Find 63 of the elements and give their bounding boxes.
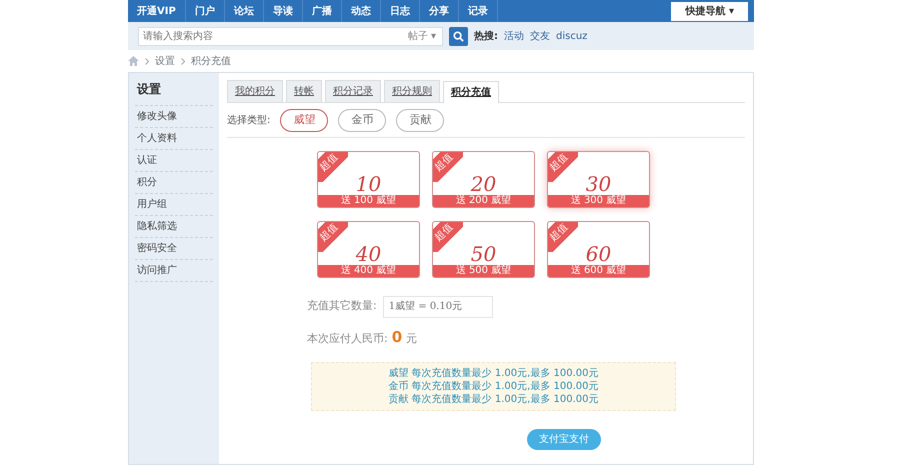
hot-keyword-link[interactable]: 交友 (530, 28, 550, 44)
recharge-card[interactable]: 20 送 200 威望 超值 (432, 150, 535, 208)
bonus-text: 送 300 威望 (548, 194, 649, 206)
type-label: 选择类型: (227, 114, 270, 128)
sidebar-item[interactable]: 访问推广 (135, 260, 213, 282)
sidebar-item[interactable]: 个人资料 (135, 128, 213, 150)
bonus-text: 送 600 威望 (548, 264, 649, 276)
amount-text: 10 (356, 174, 382, 194)
recharge-card[interactable]: 50 送 500 威望 超值 (432, 220, 535, 278)
type-option-button[interactable]: 金币 (338, 109, 386, 132)
recharge-card[interactable]: 40 送 400 威望 超值 (317, 220, 420, 278)
sidebar-item[interactable]: 认证 (135, 150, 213, 172)
tab[interactable]: 转帐 (286, 80, 322, 102)
ribbon-text: 超值 (318, 151, 340, 173)
sidebar-item[interactable]: 用户组 (135, 194, 213, 216)
limit-text: 贡献 每次充值数量最少 1.00元,最多 100.00元 (388, 393, 600, 406)
recharge-card[interactable]: 10 送 100 威望 超值 (317, 150, 420, 208)
hot-keyword-link[interactable]: discuz (556, 28, 588, 44)
tab[interactable]: 积分记录 (325, 80, 381, 102)
hot-keyword-link[interactable]: 活动 (504, 28, 524, 44)
chevron-icon (181, 58, 185, 64)
ribbon-text: 超值 (548, 221, 570, 243)
limit-text: 金币 每次充值数量最少 1.00元,最多 100.00元 (388, 380, 600, 393)
tab[interactable]: 积分规则 (384, 80, 440, 102)
breadcrumb-link[interactable]: 积分充值 (191, 54, 231, 68)
sidebar-item[interactable]: 密码安全 (135, 238, 213, 260)
other-amount-label: 充值其它数量: (307, 298, 377, 314)
bonus-text: 送 400 威望 (318, 264, 419, 276)
chevron-icon (145, 58, 149, 64)
sidebar-item[interactable]: 修改头像 (135, 106, 213, 128)
scope-dropdown[interactable]: 帖子 ▾ (402, 28, 442, 44)
amount-text: 20 (470, 174, 496, 194)
tab[interactable]: 我的积分 (227, 80, 283, 102)
sidebar-item[interactable]: 隐私筛选 (135, 216, 213, 238)
amount-field[interactable]: 1威望 = 0.10元 (382, 296, 493, 318)
amount-text: 40 (356, 244, 382, 264)
limit-text: 威望 每次充值数量最少 1.00元,最多 100.00元 (388, 367, 600, 380)
amount-text: 60 (586, 244, 612, 264)
amount-text: 50 (470, 244, 496, 264)
bonus-text: 送 500 威望 (433, 264, 534, 276)
search-icon (453, 30, 464, 42)
total-value: 0 (392, 326, 402, 348)
ribbon-text: 超值 (548, 151, 570, 173)
search-field[interactable]: 请输入搜索内容 帖子 ▾ (138, 26, 443, 46)
ribbon-text: 超值 (318, 221, 340, 243)
breadcrumb-link[interactable]: 设置 (155, 54, 175, 68)
amount-text: 30 (586, 174, 612, 194)
recharge-card[interactable]: 30 送 300 威望 超值 (547, 150, 650, 208)
tab[interactable]: 积分充值 (443, 81, 499, 103)
type-option-button[interactable]: 贡献 (396, 109, 444, 132)
sidebar-title: 设置 (135, 73, 213, 106)
total-label: 本次应付人民币: (307, 330, 388, 346)
quick-nav-button[interactable]: 快捷导航 ▾ (671, 2, 748, 20)
search-button[interactable] (449, 26, 468, 46)
bonus-text: 送 100 威望 (318, 194, 419, 206)
currency-unit: 元 (406, 330, 418, 346)
hot-label: 热搜: (474, 30, 498, 44)
type-option-button[interactable]: 威望 (280, 109, 328, 132)
recharge-card[interactable]: 60 送 600 威望 超值 (547, 220, 650, 278)
bonus-text: 送 200 威望 (433, 194, 534, 206)
sidebar-item[interactable]: 积分 (135, 172, 213, 194)
ribbon-text: 超值 (433, 221, 455, 243)
ribbon-text: 超值 (433, 151, 455, 173)
